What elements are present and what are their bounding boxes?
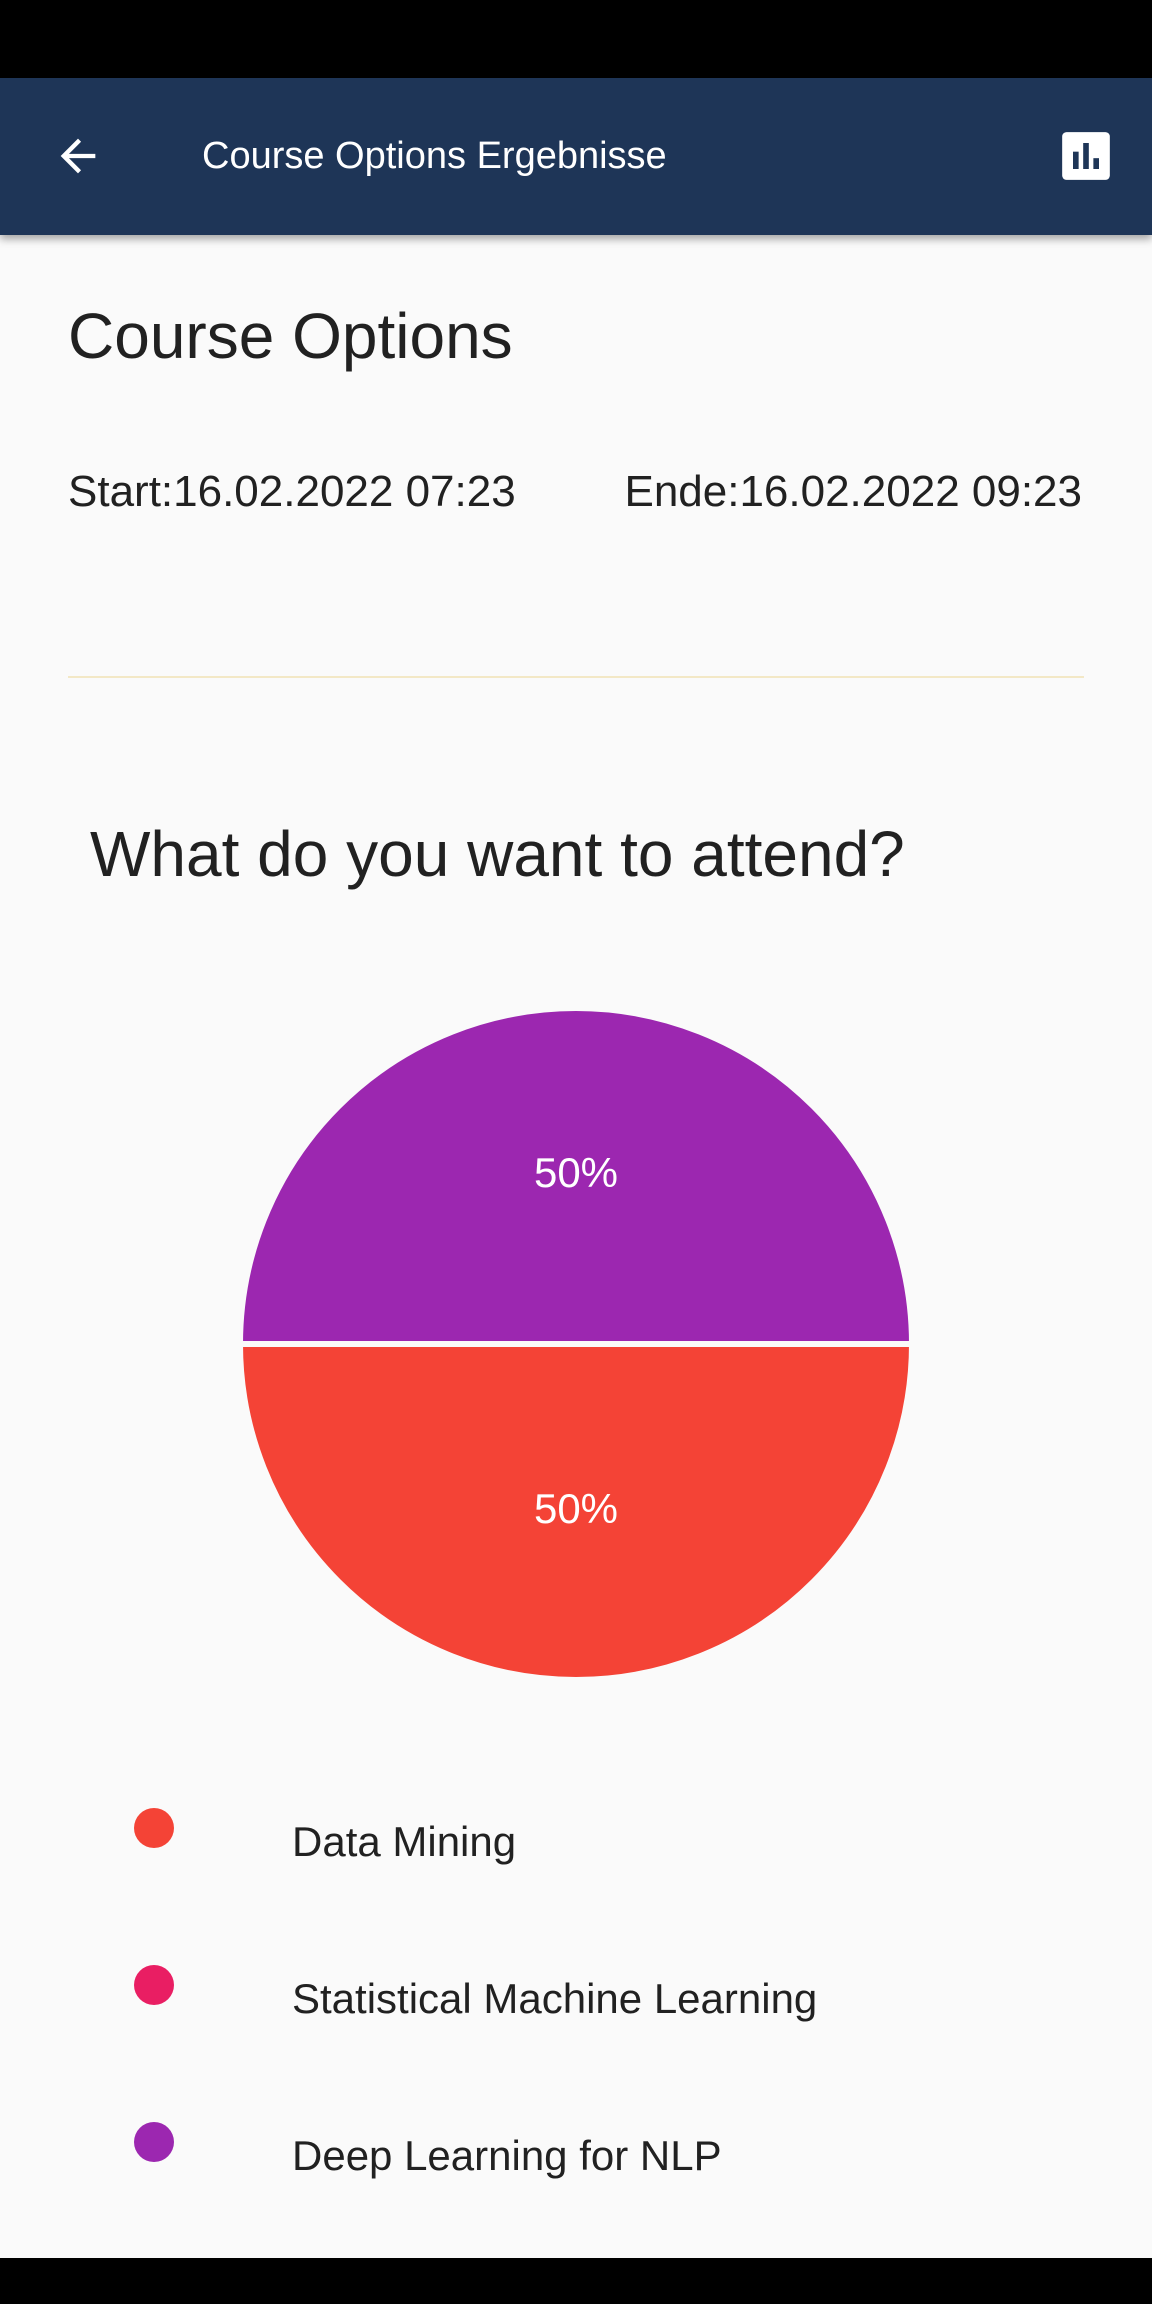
legend-item: Deep Learning for NLP: [0, 2114, 1152, 2194]
legend-item: Data Mining: [0, 1800, 1152, 1880]
legend-item: Statistical Machine Learning: [0, 1957, 1152, 2037]
arrow-left-icon: [60, 138, 96, 174]
legend-label: Deep Learning for NLP: [292, 2132, 722, 2179]
legend-label: Data Mining: [292, 1818, 517, 1865]
pie-slice-label-2: 50%: [534, 1149, 618, 1196]
legend-color-dot: [134, 2122, 174, 2162]
screen: Course Options Ergebnisse Course Options…: [0, 0, 1152, 2304]
end-time: Ende:16.02.2022 09:23: [624, 467, 1082, 516]
legend-color-dot: [134, 1808, 174, 1848]
question-text: What do you want to attend?: [90, 818, 905, 890]
poll-title: Course Options: [68, 300, 513, 372]
start-time: Start:16.02.2022 07:23: [68, 467, 516, 516]
legend-label: Statistical Machine Learning: [292, 1975, 818, 2022]
legend-color-dot: [134, 1965, 174, 2005]
app-title: Course Options Ergebnisse: [202, 135, 667, 177]
navigation-bar: [0, 2258, 1152, 2304]
divider: [68, 676, 1084, 678]
pie-slice-label-0: 50%: [534, 1485, 618, 1532]
pie-chart: 50% 50%: [236, 1005, 916, 1683]
results-chart-button[interactable]: [1060, 130, 1112, 182]
back-button[interactable]: [42, 120, 114, 192]
bar-chart-icon: [1062, 132, 1110, 180]
status-bar: [0, 0, 1152, 78]
app-bar: Course Options Ergebnisse: [0, 78, 1152, 235]
